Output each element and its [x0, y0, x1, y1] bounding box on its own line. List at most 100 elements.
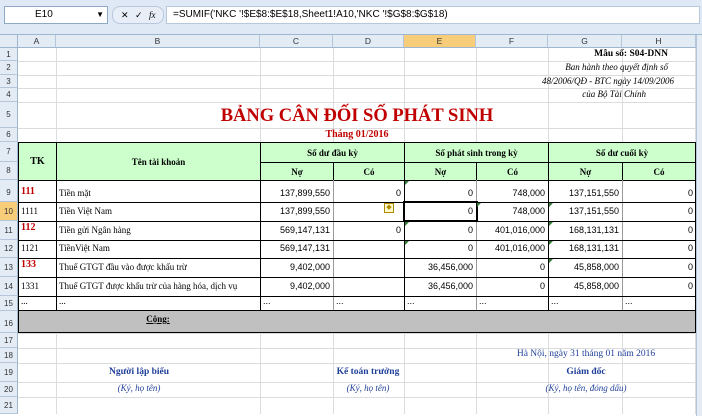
row12-movement-debit[interactable]: 0: [404, 243, 476, 258]
row10-opening-debit[interactable]: 137,899,550: [260, 206, 333, 221]
row10-closing-debit[interactable]: 137,151,550: [548, 206, 622, 221]
row-header-1[interactable]: 1: [0, 48, 18, 61]
column-header-h[interactable]: H: [622, 35, 696, 48]
row9-opening-credit[interactable]: 0: [333, 188, 404, 202]
row15-opening-credit[interactable]: ...: [333, 296, 404, 310]
row11-movement-debit[interactable]: 0: [404, 225, 476, 240]
row11-opening-debit[interactable]: 569,147,131: [260, 225, 333, 240]
director-title: Giám đốc: [566, 367, 606, 377]
row10-closing-credit[interactable]: 0: [622, 206, 696, 221]
ministry: của Bộ Tài Chính: [582, 89, 646, 99]
row10-name[interactable]: Tiền Việt Nam: [56, 206, 260, 221]
row12-closing-credit[interactable]: 0: [622, 243, 696, 258]
column-header-b[interactable]: B: [56, 35, 260, 48]
row12-name[interactable]: TiềnViệt Nam: [56, 243, 260, 258]
row-header-5[interactable]: 5: [0, 102, 18, 128]
row10-tk[interactable]: 1111: [18, 206, 56, 221]
row-header-6[interactable]: 6: [0, 128, 18, 142]
total-label[interactable]: Cộng:: [56, 314, 260, 329]
formula-input[interactable]: =SUMIF('NKC '!$E$8:$E$18,Sheet1!A10,'NKC…: [166, 6, 700, 24]
column-header-f[interactable]: F: [476, 35, 548, 48]
row-header-15[interactable]: 15: [0, 296, 18, 311]
row12-tk[interactable]: 1121: [18, 243, 56, 258]
row12-movement-credit[interactable]: 401,016,000: [476, 243, 548, 258]
header-closing-debit: Nợ: [548, 162, 623, 181]
chief-accountant-title: Kế toán trưởng: [336, 367, 400, 377]
row-header-11[interactable]: 11: [0, 221, 18, 240]
row13-opening-debit[interactable]: 9,402,000: [260, 262, 333, 277]
column-header-d[interactable]: D: [333, 35, 404, 48]
row9-movement-debit[interactable]: 0: [404, 188, 476, 202]
vertical-scrollbar[interactable]: [696, 35, 702, 416]
row-header-2[interactable]: 2: [0, 61, 18, 75]
row13-movement-debit[interactable]: 36,456,000: [404, 262, 476, 277]
row14-movement-credit[interactable]: 0: [476, 281, 548, 296]
row15-opening-debit[interactable]: ...: [260, 296, 333, 310]
column-header-e[interactable]: E: [404, 35, 476, 48]
row-header-16[interactable]: 16: [0, 311, 18, 333]
row14-closing-credit[interactable]: 0: [622, 281, 696, 296]
row-header-9[interactable]: 9: [0, 180, 18, 202]
row12-opening-debit[interactable]: 569,147,131: [260, 243, 333, 258]
row10-movement-credit[interactable]: 748,000: [476, 206, 548, 221]
row-header-3[interactable]: 3: [0, 75, 18, 88]
active-cell-e10[interactable]: [403, 201, 478, 222]
row-header-7[interactable]: 7: [0, 142, 18, 162]
column-header-g[interactable]: G: [548, 35, 622, 48]
row-header-10[interactable]: 10: [0, 202, 18, 221]
row13-closing-credit[interactable]: 0: [622, 262, 696, 277]
column-header-a[interactable]: A: [18, 35, 56, 48]
row-header-4[interactable]: 4: [0, 88, 18, 102]
row13-tk[interactable]: 133: [18, 259, 56, 275]
row-header-8[interactable]: 8: [0, 162, 18, 180]
name-box[interactable]: E10 ▼: [4, 6, 108, 24]
row9-opening-debit[interactable]: 137,899,550: [260, 188, 333, 202]
row-header-20[interactable]: 20: [0, 382, 18, 397]
row-header-13[interactable]: 13: [0, 258, 18, 277]
row14-name[interactable]: Thuế GTGT được khấu trừ của hàng hóa, dị…: [56, 281, 260, 296]
row12-closing-debit[interactable]: 168,131,131: [548, 243, 622, 258]
row11-movement-credit[interactable]: 401,016,000: [476, 225, 548, 240]
worksheet-grid: Mẫu số: S04-DNN Ban hành theo quyết định…: [18, 48, 696, 414]
row-header-18[interactable]: 18: [0, 348, 18, 363]
row14-tk[interactable]: 1331: [18, 281, 56, 296]
row-header-21[interactable]: 21: [0, 397, 18, 414]
row15-movement-credit[interactable]: ...: [476, 296, 548, 310]
row13-name[interactable]: Thuế GTGT đầu vào được khấu trừ: [56, 262, 260, 277]
row-header-17[interactable]: 17: [0, 333, 18, 348]
row15-closing-credit[interactable]: ...: [622, 296, 696, 310]
cancel-icon[interactable]: ✕: [121, 10, 129, 21]
row9-movement-credit[interactable]: 748,000: [476, 188, 548, 202]
preparer-sign-hint: (Ký, họ tên): [117, 383, 161, 393]
column-header-c[interactable]: C: [260, 35, 333, 48]
chevron-down-icon[interactable]: ▼: [96, 10, 104, 19]
row11-name[interactable]: Tiền gửi Ngân hàng: [56, 225, 260, 240]
row11-opening-credit[interactable]: 0: [333, 225, 404, 240]
insert-function-icon[interactable]: fx: [149, 10, 156, 20]
formula-tools: ✕ ✓ fx: [112, 6, 164, 24]
row14-opening-debit[interactable]: 9,402,000: [260, 281, 333, 296]
row9-closing-credit[interactable]: 0: [622, 188, 696, 202]
row15-closing-debit[interactable]: ...: [548, 296, 622, 310]
row11-tk[interactable]: 112: [18, 222, 56, 238]
issued-by-decision: Ban hành theo quyết định số: [565, 62, 668, 72]
row9-closing-debit[interactable]: 137,151,550: [548, 188, 622, 202]
row11-closing-debit[interactable]: 168,131,131: [548, 225, 622, 240]
select-all-corner[interactable]: [0, 35, 18, 48]
row14-movement-debit[interactable]: 36,456,000: [404, 281, 476, 296]
row13-movement-credit[interactable]: 0: [476, 262, 548, 277]
header-movement-credit: Có: [476, 162, 549, 181]
row14-closing-debit[interactable]: 45,858,000: [548, 281, 622, 296]
row11-closing-credit[interactable]: 0: [622, 225, 696, 240]
row15-name[interactable]: ...: [56, 296, 260, 310]
confirm-icon[interactable]: ✓: [135, 10, 143, 21]
row-header-19[interactable]: 19: [0, 363, 18, 382]
row-header-14[interactable]: 14: [0, 277, 18, 296]
row-header-12[interactable]: 12: [0, 240, 18, 258]
row13-closing-debit[interactable]: 45,858,000: [548, 262, 622, 277]
row9-name[interactable]: Tiền mặt: [56, 188, 260, 202]
row9-tk[interactable]: 111: [18, 186, 56, 202]
row15-movement-debit[interactable]: ...: [404, 296, 476, 310]
row15-tk[interactable]: ...: [18, 296, 56, 310]
warning-icon[interactable]: ◆: [384, 203, 394, 213]
